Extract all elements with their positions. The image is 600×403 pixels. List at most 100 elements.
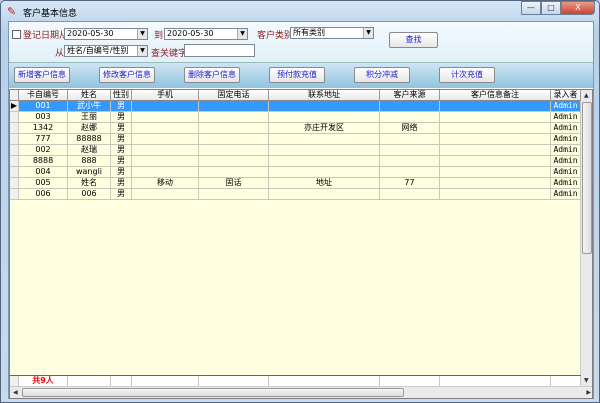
table-cell <box>132 145 199 156</box>
table-row[interactable]: 1342 赵娜男 亦庄开发区 网络 Admin <box>10 123 581 134</box>
horizontal-scroll-thumb[interactable] <box>22 388 404 397</box>
table-cell <box>269 101 380 112</box>
table-cell <box>199 189 269 200</box>
table-row[interactable]: 004 wangli 男 Admin <box>10 167 581 178</box>
column-header[interactable]: 客户信息备注 <box>440 90 551 101</box>
add-customer-button[interactable]: 新增客户信息 <box>14 67 70 83</box>
row-indicator <box>10 167 19 178</box>
column-header[interactable]: 卡自编号 <box>19 90 68 101</box>
column-header[interactable]: 录入者 <box>551 90 581 101</box>
row-indicator <box>10 134 19 145</box>
table-cell <box>380 112 440 123</box>
vertical-scrollbar[interactable]: ▲ ▼ <box>580 90 592 386</box>
table-cell <box>440 123 551 134</box>
table-cell: Admin <box>551 178 581 189</box>
table-cell <box>269 112 380 123</box>
table-cell: Admin <box>551 101 581 112</box>
table-cell: 005 <box>19 178 68 189</box>
table-row[interactable]: 002 赵瑞男 Admin <box>10 145 581 156</box>
title-bar: ✎ 客户基本信息 <box>7 4 77 20</box>
table-cell <box>380 156 440 167</box>
date-filter-checkbox[interactable] <box>12 30 21 39</box>
table-cell <box>380 189 440 200</box>
category-select[interactable]: 所有类别 ▼ <box>290 27 374 39</box>
column-header[interactable]: 姓名 <box>68 90 111 101</box>
table-cell: 1342 <box>19 123 68 134</box>
date-to-picker[interactable]: 2020-05-30 ▼ <box>164 28 248 40</box>
table-cell <box>199 156 269 167</box>
table-cell: 武小牛 <box>68 101 111 112</box>
table-cell: 网络 <box>380 123 440 134</box>
keyword-input[interactable] <box>184 44 255 57</box>
date-from-picker[interactable]: 2020-05-30 ▼ <box>64 28 148 40</box>
close-button[interactable]: X <box>561 1 595 15</box>
count-recharge-button[interactable]: 计次充值 <box>439 67 495 83</box>
table-footer: 共9人 <box>10 375 581 387</box>
table-row[interactable]: 005 姓名男移动 固话 地址 77 Admin <box>10 178 581 189</box>
table-cell <box>269 156 380 167</box>
table-cell: 男 <box>111 123 132 134</box>
table-row[interactable]: 003 王丽男 Admin <box>10 112 581 123</box>
date-from-label: 登记日期从 <box>23 31 69 41</box>
table-cell: Admin <box>551 167 581 178</box>
maximize-button[interactable]: □ <box>541 1 561 15</box>
category-label: 客户类别 <box>257 31 294 41</box>
table-cell: 王丽 <box>68 112 111 123</box>
table-cell <box>440 134 551 145</box>
points-deduct-button[interactable]: 积分冲减 <box>354 67 410 83</box>
table-cell: 003 <box>19 112 68 123</box>
table-cell: 移动 <box>132 178 199 189</box>
table-cell: 男 <box>111 156 132 167</box>
table-cell <box>199 123 269 134</box>
chevron-down-icon: ▼ <box>363 28 373 38</box>
header-corner[interactable] <box>10 90 19 101</box>
table-cell: wangli <box>68 167 111 178</box>
chevron-down-icon: ▼ <box>137 46 147 56</box>
search-button[interactable]: 查找 <box>389 32 438 48</box>
table-header: 卡自编号 姓名 性别 手机 固定电话 联系地址 客户来源 客户信息备注 录入者 <box>10 90 581 101</box>
table-row[interactable]: 006 006 男 Admin <box>10 189 581 200</box>
table-cell <box>199 145 269 156</box>
delete-customer-button[interactable]: 删除客户信息 <box>184 67 240 83</box>
field-select[interactable]: 姓名/自编号/性别 ▼ <box>64 45 148 57</box>
column-header[interactable]: 手机 <box>132 90 199 101</box>
vertical-scroll-thumb[interactable] <box>582 102 592 254</box>
table-cell: Admin <box>551 145 581 156</box>
row-indicator <box>10 123 19 134</box>
column-header[interactable]: 联系地址 <box>269 90 380 101</box>
table-row[interactable]: 777 88888 男 Admin <box>10 134 581 145</box>
table-cell <box>132 134 199 145</box>
column-header[interactable]: 客户来源 <box>380 90 440 101</box>
row-indicator <box>10 189 19 200</box>
prepaid-recharge-button[interactable]: 预付款充值 <box>269 67 325 83</box>
from-label: 从 <box>55 49 65 59</box>
table-row[interactable]: ▶ 001 武小牛男 Admin <box>10 101 581 112</box>
column-header[interactable]: 固定电话 <box>199 90 269 101</box>
table-cell <box>132 167 199 178</box>
table-row[interactable]: 8888 888 男 Admin <box>10 156 581 167</box>
table-cell: Admin <box>551 112 581 123</box>
app-icon: ✎ <box>7 5 17 18</box>
table-cell: 地址 <box>269 178 380 189</box>
filter-panel: 登记日期从 2020-05-30 ▼ 到 2020-05-30 ▼ 客户类别 所有类… <box>9 22 593 62</box>
table-cell: 88888 <box>68 134 111 145</box>
table-cell: 男 <box>111 112 132 123</box>
table-cell <box>199 167 269 178</box>
table-cell: 男 <box>111 167 132 178</box>
table-cell <box>380 167 440 178</box>
column-header[interactable]: 性别 <box>111 90 132 101</box>
minimize-button[interactable]: — <box>521 1 541 15</box>
table-cell: Admin <box>551 156 581 167</box>
table-cell: 777 <box>19 134 68 145</box>
table-cell <box>199 112 269 123</box>
horizontal-scrollbar[interactable]: ◀ ▶ <box>10 386 592 398</box>
table-cell <box>132 112 199 123</box>
table-cell <box>440 145 551 156</box>
table-cell <box>269 167 380 178</box>
scroll-right-icon: ▶ <box>586 389 591 396</box>
edit-customer-button[interactable]: 修改客户信息 <box>99 67 155 83</box>
table-cell: 男 <box>111 178 132 189</box>
date-to-label: 到 <box>154 31 164 41</box>
table-cell <box>199 101 269 112</box>
table-cell: 77 <box>380 178 440 189</box>
